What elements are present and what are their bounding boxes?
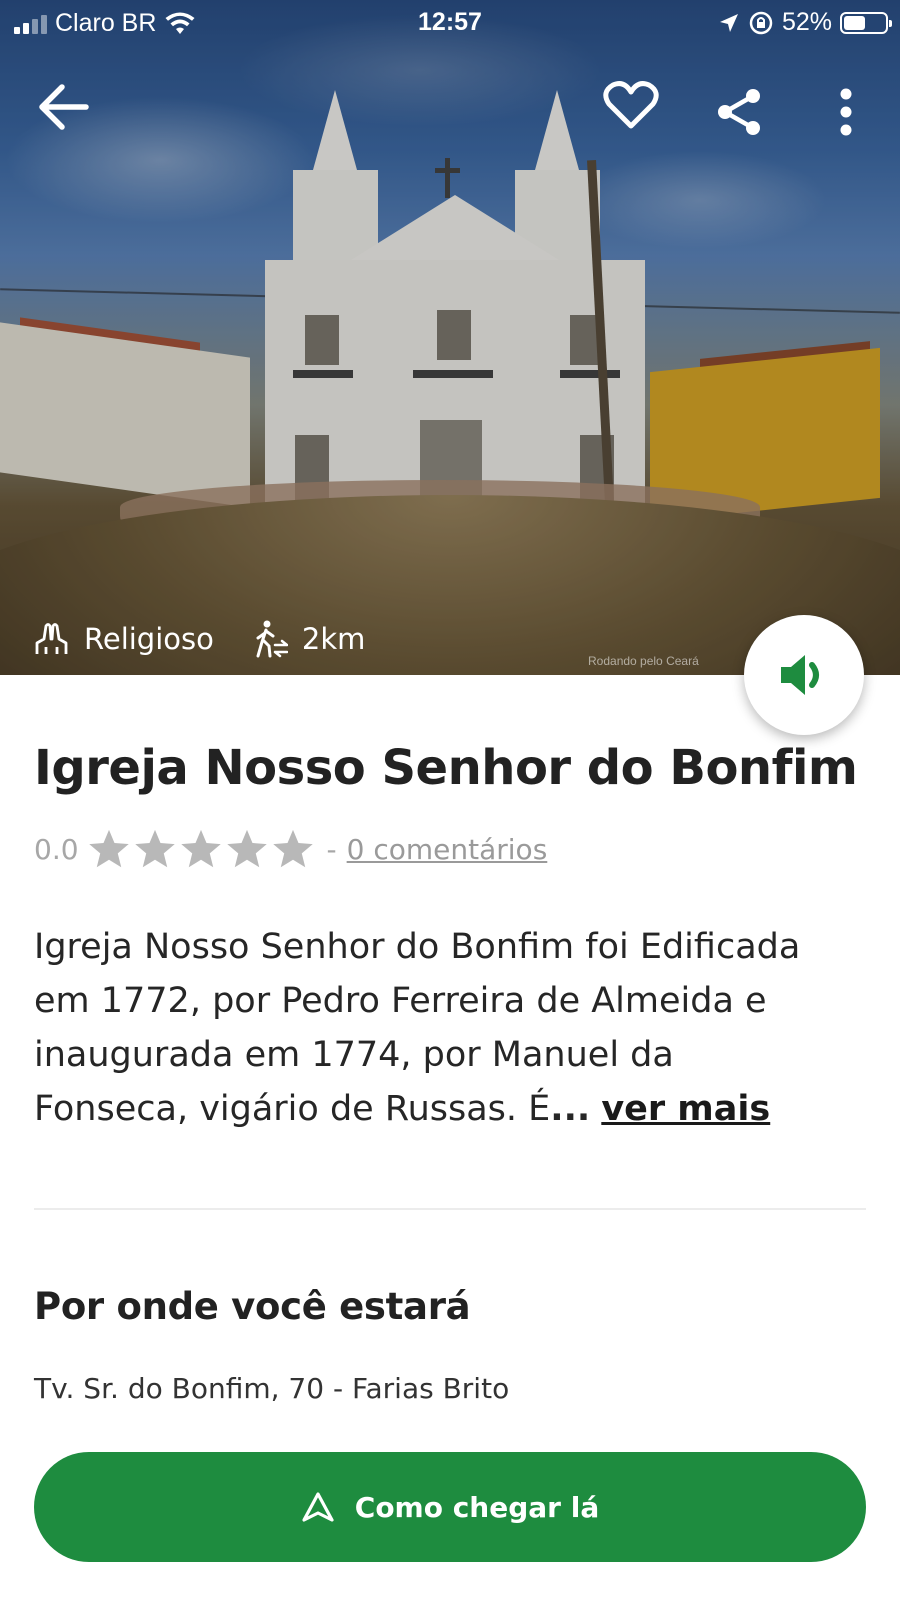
description-line-last: Fonseca, vigário de Russas. É... ver mai… [34,1082,874,1136]
star-icon[interactable] [133,828,177,870]
back-button[interactable] [28,72,98,142]
section-divider [34,1208,866,1210]
address-text: Tv. Sr. do Bonfim, 70 - Farias Brito [34,1372,510,1405]
more-vertical-icon [840,88,852,136]
hero-tags: Religioso 2km [34,620,365,658]
description-line: em 1772, por Pedro Ferreira de Almeida e [34,981,767,1021]
place-title: Igreja Nosso Senhor do Bonfim [34,740,858,796]
place-description: Igreja Nosso Senhor do Bonfim foi Edific… [34,920,874,1136]
directions-label: Como chegar lá [354,1490,600,1524]
share-button[interactable] [704,77,774,147]
description-line: Igreja Nosso Senhor do Bonfim foi Edific… [34,927,801,967]
rotation-lock-icon [749,11,773,34]
rating-value: 0.0 [34,832,79,866]
more-options-button[interactable] [811,77,881,147]
status-bar: Claro BR 12:57 52% [0,0,900,46]
favorite-button[interactable] [596,70,666,140]
battery-icon [840,11,892,34]
walking-icon [256,620,288,658]
comments-link[interactable]: 0 comentários [347,833,548,866]
back-arrow-icon [39,84,89,130]
distance-label: 2km [301,622,366,656]
star-icon[interactable] [271,828,315,870]
praying-hands-icon [35,623,68,654]
description-line: inaugurada em 1774, por Manuel da [34,1035,674,1075]
speaker-icon [781,655,819,695]
description-ellipsis: ... [550,1089,591,1129]
star-icon[interactable] [179,828,223,870]
battery-percent: 52% [781,8,832,36]
heart-icon [603,81,659,129]
star-icon[interactable] [225,828,269,870]
share-icon [718,89,760,135]
rating-separator: - [326,832,337,866]
description-line: Fonseca, vigário de Russas. É [34,1089,551,1129]
category-label: Religioso [84,622,214,656]
location-arrow-icon [719,13,738,32]
rating-stars [87,828,315,870]
see-more-link[interactable]: ver mais [601,1089,770,1129]
photo-credit: Rodando pelo Ceará [588,654,699,668]
distance-tag: 2km [254,620,366,658]
location-section-title: Por onde você estará [34,1285,471,1328]
rating-row: 0.0 - 0 comentários [34,828,547,870]
category-tag: Religioso [34,621,214,657]
audio-guide-button[interactable] [744,615,864,735]
navigation-triangle-icon [302,1492,334,1522]
star-icon[interactable] [87,828,131,870]
directions-button[interactable]: Como chegar lá [34,1452,866,1562]
